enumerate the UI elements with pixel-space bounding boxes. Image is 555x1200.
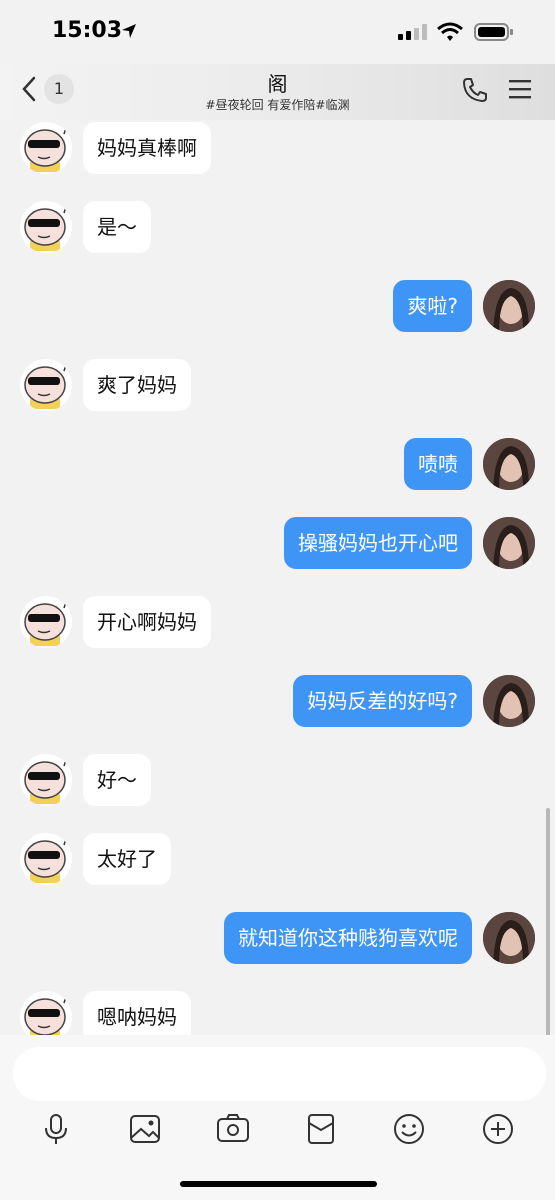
message-list[interactable]: 妈妈真棒啊 是～ 爽啦? 爽了妈妈 啧啧 操骚妈妈也开心吧 开心啊妈妈 妈妈反差…	[0, 120, 555, 1035]
message-row: 是～	[0, 199, 555, 255]
sender-avatar-right[interactable]	[483, 675, 535, 727]
microphone-icon[interactable]	[38, 1111, 74, 1147]
sender-avatar-right[interactable]	[483, 438, 535, 490]
message-row: 开心啊妈妈	[0, 594, 555, 650]
location-arrow-icon	[120, 22, 138, 44]
message-row: 好～	[0, 752, 555, 808]
wifi-icon	[437, 22, 463, 46]
message-row: 爽啦?	[0, 278, 555, 334]
message-row: 就知道你这种贱狗喜欢呢	[0, 910, 555, 966]
phone-icon[interactable]	[461, 76, 489, 108]
outgoing-message-bubble[interactable]: 就知道你这种贱狗喜欢呢	[224, 912, 472, 964]
message-row: 操骚妈妈也开心吧	[0, 515, 555, 571]
chat-header: 1 阁 #昼夜轮回 有爱作陪#临渊	[0, 64, 555, 120]
camera-icon[interactable]	[215, 1111, 251, 1147]
emoji-icon[interactable]	[391, 1111, 427, 1147]
incoming-message-bubble[interactable]: 妈妈真棒啊	[83, 122, 211, 174]
message-input[interactable]	[13, 1047, 546, 1101]
incoming-message-bubble[interactable]: 开心啊妈妈	[83, 596, 211, 648]
outgoing-message-bubble[interactable]: 操骚妈妈也开心吧	[284, 517, 472, 569]
message-row: 啧啧	[0, 436, 555, 492]
status-time: 15:03	[52, 18, 123, 43]
sender-avatar-right[interactable]	[483, 517, 535, 569]
message-row: 爽了妈妈	[0, 357, 555, 413]
sender-avatar-left[interactable]	[20, 201, 72, 253]
incoming-message-bubble[interactable]: 太好了	[83, 833, 171, 885]
sender-avatar-left[interactable]	[20, 754, 72, 806]
status-bar: 15:03	[0, 0, 555, 64]
outgoing-message-bubble[interactable]: 啧啧	[404, 438, 472, 490]
sender-avatar-left[interactable]	[20, 122, 72, 174]
incoming-message-bubble[interactable]: 爽了妈妈	[83, 359, 191, 411]
sender-avatar-right[interactable]	[483, 912, 535, 964]
battery-icon	[474, 22, 514, 46]
incoming-message-bubble[interactable]: 嗯呐妈妈	[83, 991, 191, 1035]
sender-avatar-left[interactable]	[20, 596, 72, 648]
sender-avatar-left[interactable]	[20, 359, 72, 411]
incoming-message-bubble[interactable]: 是～	[83, 201, 151, 253]
red-envelope-icon[interactable]	[303, 1111, 339, 1147]
message-row: 太好了	[0, 831, 555, 887]
message-row: 妈妈反差的好吗?	[0, 673, 555, 729]
outgoing-message-bubble[interactable]: 爽啦?	[393, 280, 472, 332]
cellular-signal-icon	[398, 24, 428, 44]
composer-bar	[0, 1035, 555, 1200]
incoming-message-bubble[interactable]: 好～	[83, 754, 151, 806]
image-icon[interactable]	[127, 1111, 163, 1147]
message-row: 妈妈真棒啊	[0, 120, 555, 176]
menu-icon[interactable]	[508, 78, 532, 104]
home-indicator	[180, 1181, 377, 1187]
sender-avatar-right[interactable]	[483, 280, 535, 332]
plus-icon[interactable]	[480, 1111, 516, 1147]
message-row: 嗯呐妈妈	[0, 989, 555, 1035]
outgoing-message-bubble[interactable]: 妈妈反差的好吗?	[293, 675, 472, 727]
sender-avatar-left[interactable]	[20, 833, 72, 885]
scrollbar[interactable]	[546, 808, 550, 1036]
sender-avatar-left[interactable]	[20, 991, 72, 1035]
